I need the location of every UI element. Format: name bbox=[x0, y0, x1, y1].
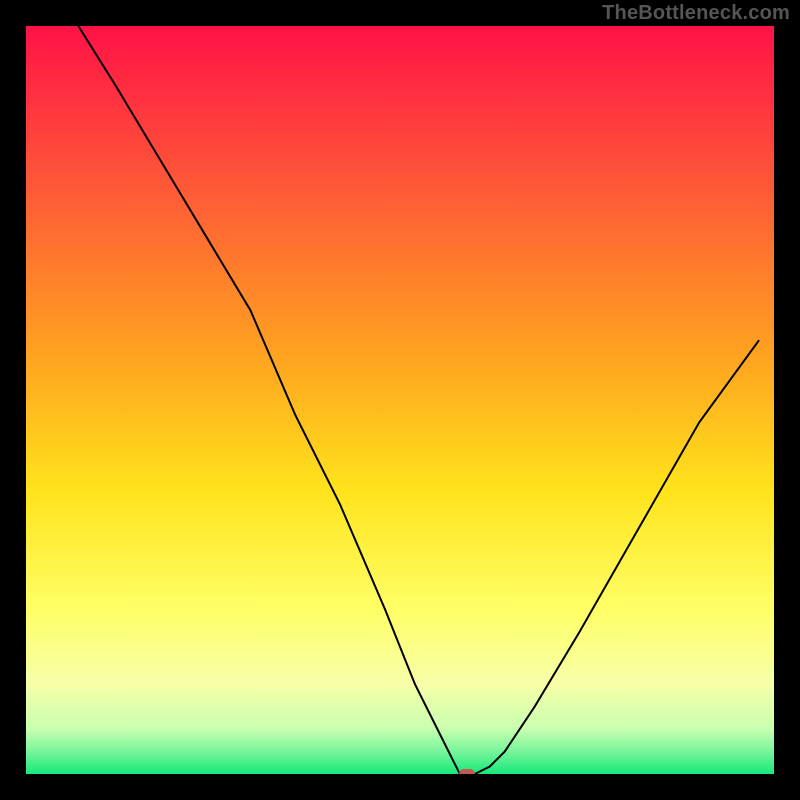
plot-area bbox=[26, 26, 774, 774]
watermark-text: TheBottleneck.com bbox=[602, 2, 790, 25]
chart-frame: TheBottleneck.com bbox=[0, 0, 800, 800]
optimal-point-marker bbox=[459, 769, 475, 774]
bottleneck-curve bbox=[26, 26, 774, 774]
